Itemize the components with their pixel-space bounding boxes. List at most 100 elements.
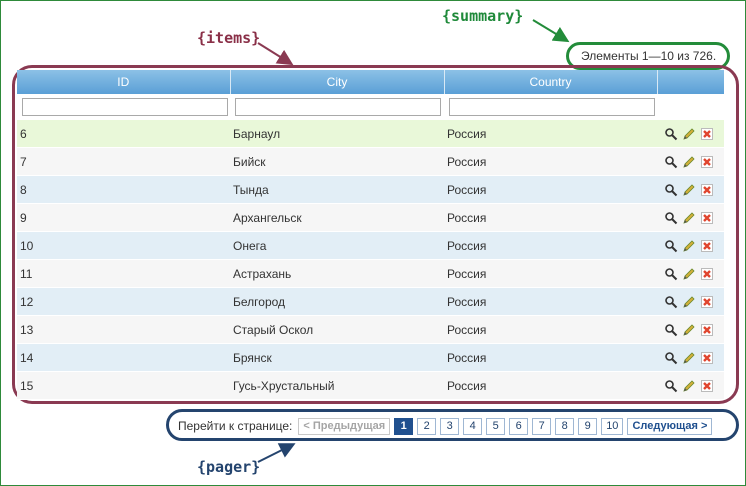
row-actions — [657, 343, 724, 372]
pager-page-9[interactable]: 9 — [578, 417, 598, 435]
cell-id: 9 — [17, 203, 230, 232]
delete-icon[interactable] — [700, 323, 714, 337]
view-icon[interactable] — [664, 183, 678, 197]
row-actions — [657, 371, 724, 400]
view-icon[interactable] — [664, 155, 678, 169]
cell-id: 12 — [17, 287, 230, 316]
delete-icon[interactable] — [700, 211, 714, 225]
edit-icon[interactable] — [682, 351, 696, 365]
cell-country: Россия — [444, 259, 657, 288]
row-actions — [657, 287, 724, 316]
cell-id: 6 — [17, 120, 230, 148]
pager-annotation: {pager} — [197, 458, 261, 476]
edit-icon[interactable] — [682, 127, 696, 141]
filter-row — [17, 94, 724, 120]
view-icon[interactable] — [664, 379, 678, 393]
delete-icon[interactable] — [700, 351, 714, 365]
cell-id: 14 — [17, 343, 230, 372]
cell-city: Бийск — [230, 147, 444, 176]
table-row[interactable]: 8 Тында Россия — [17, 175, 724, 204]
table-row[interactable]: 14 Брянск Россия — [17, 343, 724, 372]
cell-country: Россия — [444, 343, 657, 372]
cell-id: 8 — [17, 175, 230, 204]
cell-city: Астрахань — [230, 259, 444, 288]
edit-icon[interactable] — [682, 211, 696, 225]
row-actions — [657, 175, 724, 204]
column-header-country[interactable]: Country — [444, 70, 658, 94]
filter-country-input[interactable] — [449, 98, 655, 116]
edit-icon[interactable] — [682, 267, 696, 281]
cell-country: Россия — [444, 203, 657, 232]
cell-city: Тында — [230, 175, 444, 204]
filter-id-input[interactable] — [22, 98, 228, 116]
cell-country: Россия — [444, 175, 657, 204]
pager-page-7[interactable]: 7 — [532, 417, 552, 435]
row-actions — [657, 147, 724, 176]
table-row[interactable]: 9 Архангельск Россия — [17, 203, 724, 232]
pager-page-3[interactable]: 3 — [440, 417, 460, 435]
view-icon[interactable] — [664, 211, 678, 225]
delete-icon[interactable] — [700, 239, 714, 253]
cell-city: Архангельск — [230, 203, 444, 232]
view-icon[interactable] — [664, 127, 678, 141]
cell-city: Онега — [230, 231, 444, 260]
pager-page-5[interactable]: 5 — [486, 417, 506, 435]
table-row[interactable]: 6 Барнаул Россия — [17, 120, 724, 148]
column-header-id[interactable]: ID — [17, 70, 231, 94]
cell-country: Россия — [444, 371, 657, 400]
filter-city-input[interactable] — [235, 98, 441, 116]
view-icon[interactable] — [664, 295, 678, 309]
edit-icon[interactable] — [682, 379, 696, 393]
table-row[interactable]: 12 Белгород Россия — [17, 287, 724, 316]
cell-id: 11 — [17, 259, 230, 288]
cell-id: 7 — [17, 147, 230, 176]
summary-text: Элементы 1—10 из 726. — [581, 49, 717, 63]
cell-city: Белгород — [230, 287, 444, 316]
pager-next-button[interactable]: Следующая > — [627, 417, 713, 435]
edit-icon[interactable] — [682, 239, 696, 253]
pager-label: Перейти к странице: — [178, 419, 293, 433]
filter-empty-cell — [657, 94, 724, 120]
header-row: ID City Country — [17, 70, 724, 94]
cell-country: Россия — [444, 315, 657, 344]
table-row[interactable]: 7 Бийск Россия — [17, 147, 724, 176]
view-icon[interactable] — [664, 323, 678, 337]
delete-icon[interactable] — [700, 295, 714, 309]
cell-id: 15 — [17, 371, 230, 400]
pager-page-4[interactable]: 4 — [463, 417, 483, 435]
pager-page-2[interactable]: 2 — [417, 417, 437, 435]
items-annotation: {items} — [197, 29, 261, 47]
pager-pages: 1 2 3 4 5 6 7 8 9 10 — [394, 417, 624, 435]
edit-icon[interactable] — [682, 183, 696, 197]
pager-page-10[interactable]: 10 — [601, 417, 624, 435]
delete-icon[interactable] — [700, 267, 714, 281]
pager-page-1[interactable]: 1 — [394, 417, 414, 435]
pager-page-6[interactable]: 6 — [509, 417, 529, 435]
edit-icon[interactable] — [682, 323, 696, 337]
view-icon[interactable] — [664, 351, 678, 365]
edit-icon[interactable] — [682, 155, 696, 169]
delete-icon[interactable] — [700, 155, 714, 169]
view-icon[interactable] — [664, 267, 678, 281]
edit-icon[interactable] — [682, 295, 696, 309]
table-row[interactable]: 15 Гусь-Хрустальный Россия — [17, 371, 724, 400]
cell-country: Россия — [444, 147, 657, 176]
delete-icon[interactable] — [700, 379, 714, 393]
cell-city: Барнаул — [230, 120, 444, 148]
row-actions — [657, 259, 724, 288]
cell-city: Гусь-Хрустальный — [230, 371, 444, 400]
column-header-city[interactable]: City — [230, 70, 445, 94]
data-grid: ID City Country 6 Барнаул Россия 7 Бийск Росс… — [17, 70, 724, 400]
delete-icon[interactable] — [700, 127, 714, 141]
column-header-actions — [657, 70, 724, 94]
table-row[interactable]: 10 Онега Россия — [17, 231, 724, 260]
pager-page-8[interactable]: 8 — [555, 417, 575, 435]
delete-icon[interactable] — [700, 183, 714, 197]
cell-id: 13 — [17, 315, 230, 344]
cell-country: Россия — [444, 120, 657, 148]
view-icon[interactable] — [664, 239, 678, 253]
table-row[interactable]: 13 Старый Оскол Россия — [17, 315, 724, 344]
table-row[interactable]: 11 Астрахань Россия — [17, 259, 724, 288]
cell-city: Брянск — [230, 343, 444, 372]
row-actions — [657, 231, 724, 260]
